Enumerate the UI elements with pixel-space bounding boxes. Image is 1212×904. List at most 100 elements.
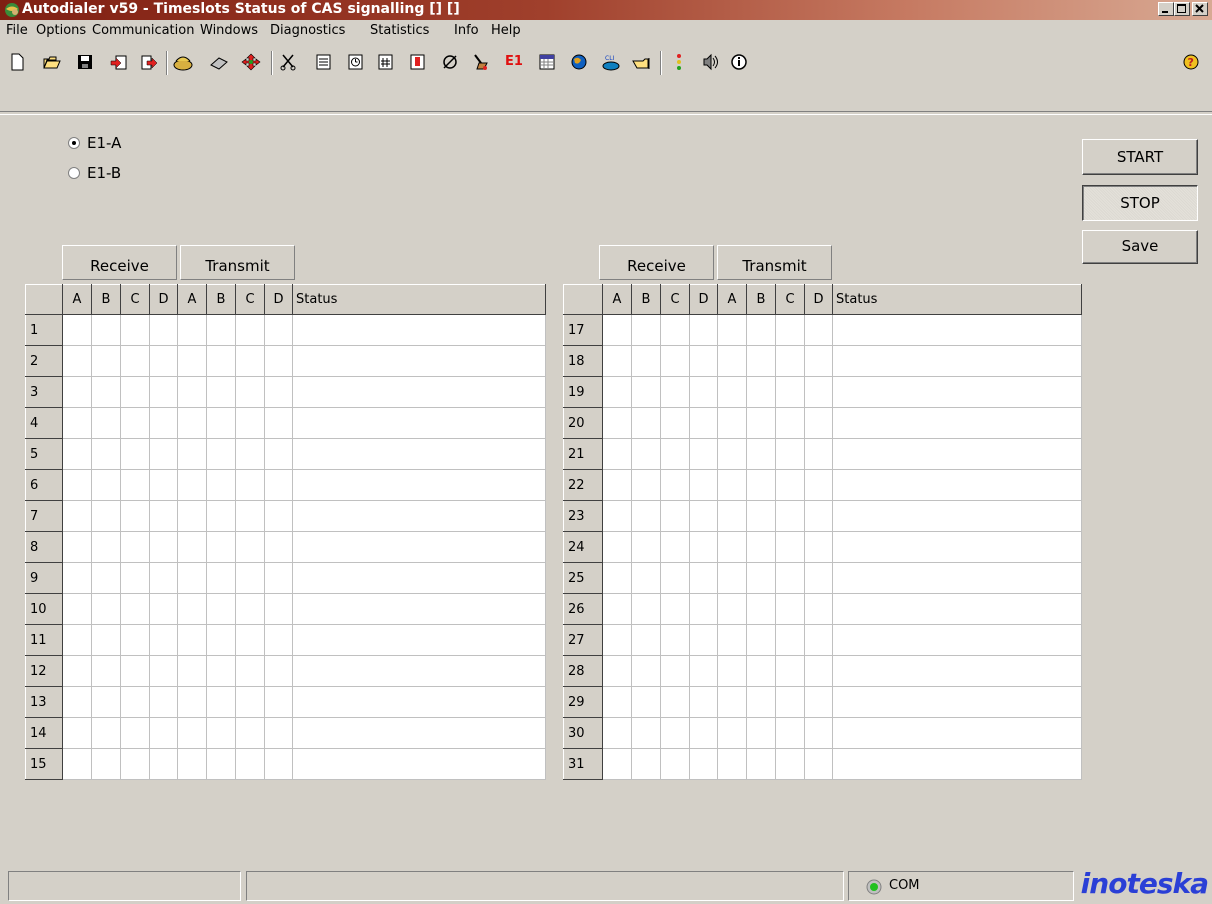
signal-cell[interactable] [804, 717, 833, 749]
signal-cell[interactable] [91, 469, 121, 501]
column-header[interactable]: D [689, 284, 718, 315]
signal-cell[interactable] [235, 314, 265, 346]
menu-windows[interactable]: Windows [200, 23, 258, 38]
row-number[interactable]: 30 [563, 717, 603, 749]
signal-cell[interactable] [235, 407, 265, 439]
signal-cell[interactable] [775, 655, 805, 687]
signal-cell[interactable] [660, 469, 690, 501]
signal-cell[interactable] [660, 407, 690, 439]
signal-cell[interactable] [631, 345, 661, 377]
signal-cell[interactable] [804, 562, 833, 594]
signal-cell[interactable] [602, 500, 632, 532]
signal-cell[interactable] [120, 531, 150, 563]
table-row[interactable]: 19 [563, 376, 1082, 408]
signal-cell[interactable] [177, 686, 207, 718]
signal-cell[interactable] [804, 624, 833, 656]
signal-cell[interactable] [717, 686, 747, 718]
table-row[interactable]: 23 [563, 500, 1082, 532]
signal-cell[interactable] [804, 407, 833, 439]
signal-cell[interactable] [177, 593, 207, 625]
column-header[interactable]: B [206, 284, 236, 315]
status-cell[interactable] [292, 748, 546, 780]
signal-cell[interactable] [235, 469, 265, 501]
column-header[interactable]: B [91, 284, 121, 315]
row-number[interactable]: 14 [25, 717, 63, 749]
signal-cell[interactable] [689, 376, 718, 408]
signal-cell[interactable] [602, 593, 632, 625]
radio-e1-a[interactable]: E1-A [68, 134, 121, 152]
signal-cell[interactable] [717, 655, 747, 687]
signal-cell[interactable] [206, 748, 236, 780]
table-row[interactable]: 11 [25, 624, 546, 656]
signal-cell[interactable] [120, 469, 150, 501]
signal-cell[interactable] [91, 562, 121, 594]
signal-cell[interactable] [602, 562, 632, 594]
signal-cell[interactable] [264, 624, 293, 656]
signal-cell[interactable] [804, 593, 833, 625]
signal-cell[interactable] [602, 655, 632, 687]
signal-cell[interactable] [149, 376, 178, 408]
signal-cell[interactable] [177, 531, 207, 563]
signal-cell[interactable] [91, 531, 121, 563]
status-cell[interactable] [292, 717, 546, 749]
column-header[interactable]: D [804, 284, 833, 315]
e1-icon[interactable]: E1 [499, 49, 529, 75]
row-number[interactable]: 12 [25, 655, 63, 687]
signal-cell[interactable] [62, 686, 92, 718]
signal-cell[interactable] [746, 407, 776, 439]
right-receive-header[interactable]: Receive [599, 245, 714, 280]
signal-cell[interactable] [264, 717, 293, 749]
signal-cell[interactable] [660, 314, 690, 346]
signal-cell[interactable] [660, 500, 690, 532]
signal-cell[interactable] [775, 686, 805, 718]
signal-cell[interactable] [120, 655, 150, 687]
left-receive-header[interactable]: Receive [62, 245, 177, 280]
column-header[interactable]: C [775, 284, 805, 315]
status-cell[interactable] [832, 748, 1082, 780]
signal-cell[interactable] [689, 438, 718, 470]
row-number[interactable]: 5 [25, 438, 63, 470]
signal-cell[interactable] [746, 748, 776, 780]
info-icon[interactable] [726, 49, 752, 75]
signal-cell[interactable] [689, 531, 718, 563]
signal-cell[interactable] [775, 376, 805, 408]
status-cell[interactable] [832, 717, 1082, 749]
signal-cell[interactable] [717, 345, 747, 377]
signal-cell[interactable] [746, 469, 776, 501]
status-cell[interactable] [832, 438, 1082, 470]
signal-cell[interactable] [120, 376, 150, 408]
signal-cell[interactable] [62, 717, 92, 749]
signal-cell[interactable] [177, 376, 207, 408]
signal-cell[interactable] [602, 469, 632, 501]
signal-cell[interactable] [235, 562, 265, 594]
row-number[interactable]: 17 [563, 314, 603, 346]
minimize-icon[interactable] [1158, 2, 1174, 16]
signal-cell[interactable] [62, 345, 92, 377]
signal-cell[interactable] [746, 562, 776, 594]
signal-cell[interactable] [149, 686, 178, 718]
signal-cell[interactable] [235, 748, 265, 780]
table-row[interactable]: 6 [25, 469, 546, 501]
signal-cell[interactable] [660, 438, 690, 470]
signal-cell[interactable] [120, 562, 150, 594]
table-row[interactable]: 20 [563, 407, 1082, 439]
signal-cell[interactable] [120, 407, 150, 439]
signal-cell[interactable] [264, 686, 293, 718]
status-cell[interactable] [832, 345, 1082, 377]
status-cell[interactable] [832, 562, 1082, 594]
open-folder-icon[interactable] [39, 49, 65, 75]
table-row[interactable]: 15 [25, 748, 546, 780]
export-icon[interactable] [136, 49, 162, 75]
signal-cell[interactable] [235, 531, 265, 563]
signal-cell[interactable] [177, 469, 207, 501]
save-button[interactable]: Save [1082, 230, 1198, 264]
column-header[interactable]: A [177, 284, 207, 315]
menu-options[interactable]: Options [36, 23, 86, 38]
signal-cell[interactable] [631, 593, 661, 625]
signal-cell[interactable] [206, 500, 236, 532]
signal-cell[interactable] [206, 314, 236, 346]
signal-cell[interactable] [775, 624, 805, 656]
signal-cell[interactable] [91, 624, 121, 656]
status-cell[interactable] [292, 407, 546, 439]
signal-cell[interactable] [775, 748, 805, 780]
